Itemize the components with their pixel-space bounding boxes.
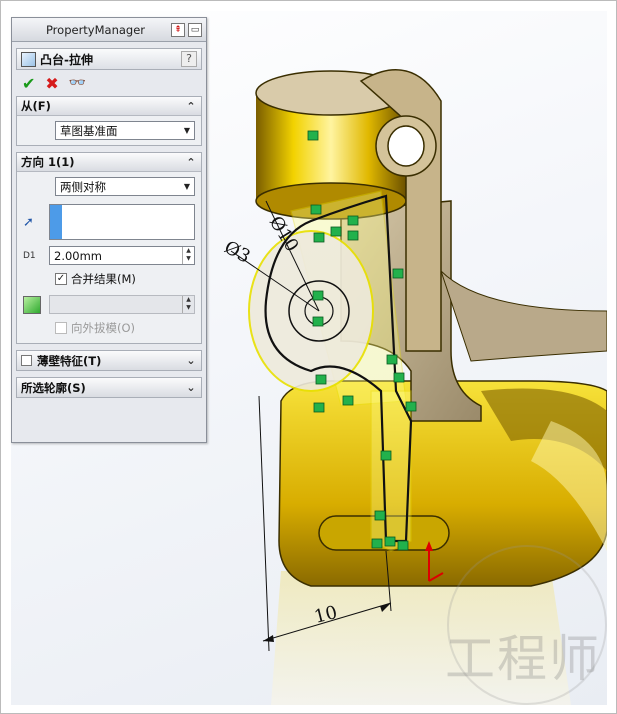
dim-ext-left (258, 395, 270, 652)
draft-angle-input[interactable]: ▲ ▼ (49, 295, 195, 314)
arm-web (440, 270, 607, 362)
depth-icon: D1 (23, 250, 36, 261)
relation-marker[interactable] (380, 450, 392, 461)
relation-marker[interactable] (393, 372, 405, 383)
screenshot-frame: Ø10 Ø3 10 工程师 PropertyManager ⇞ ▭ 凸台-拉伸 … (0, 0, 617, 714)
relation-marker[interactable] (310, 204, 322, 215)
draft-spinner[interactable]: ▲ ▼ (182, 296, 194, 313)
chevron-down-icon[interactable]: ⌄ (185, 354, 197, 367)
chevron-up-icon[interactable]: ⌃ (185, 156, 197, 169)
from-condition-select[interactable]: 草图基准面 ▼ (55, 121, 195, 140)
group-direction1-header[interactable]: 方向 1(1) ⌃ (17, 153, 201, 172)
relation-marker[interactable] (397, 540, 409, 551)
pin-icon[interactable]: ⇞ (171, 22, 185, 37)
pm-title: PropertyManager (45, 22, 146, 37)
group-direction1: 方向 1(1) ⌃ 两侧对称 ▼ ➚ D1 2.00mm ▲ ▼ ✓ 合并结果(… (16, 152, 202, 344)
group-selected-contours: 所选轮廓(S) ⌄ (16, 377, 202, 398)
pm-titlebar: PropertyManager ⇞ ▭ (12, 18, 206, 42)
group-selected-contours-header[interactable]: 所选轮廓(S) ⌄ (17, 378, 201, 397)
cancel-button[interactable]: ✖ (45, 74, 58, 93)
depth-spinner[interactable]: ▲ ▼ (182, 247, 194, 264)
group-selected-contours-title: 所选轮廓(S) (21, 380, 86, 395)
checkbox-unchecked-icon[interactable] (55, 322, 67, 334)
property-manager: PropertyManager ⇞ ▭ 凸台-拉伸 ? ✔ ✖ 👓 从(F) ⌃ (11, 17, 207, 443)
checkbox-checked-icon[interactable]: ✓ (55, 273, 67, 285)
chevron-down-icon[interactable]: ⌄ (185, 381, 197, 394)
relation-marker[interactable] (313, 402, 325, 413)
dock-icon[interactable]: ▭ (188, 22, 202, 37)
relation-marker[interactable] (315, 374, 327, 385)
merge-result-label: 合并结果(M) (71, 272, 136, 286)
draft-outward-checkbox[interactable]: 向外拔模(O) (55, 320, 195, 336)
relation-marker[interactable] (312, 290, 324, 301)
preview-lower-leg (370, 390, 412, 552)
relation-marker[interactable] (313, 232, 325, 243)
relation-marker[interactable] (347, 230, 359, 241)
group-thin-feature-title: 薄壁特征(T) (37, 353, 102, 368)
depth-input[interactable]: 2.00mm ▲ ▼ (49, 246, 195, 265)
draft-icon[interactable] (23, 295, 41, 314)
help-button[interactable]: ? (181, 51, 197, 67)
dropdown-arrow-icon[interactable]: ▼ (180, 182, 194, 191)
relation-marker[interactable] (374, 510, 386, 521)
detailed-preview-button[interactable]: 👓 (69, 75, 86, 91)
group-from-header[interactable]: 从(F) ⌃ (17, 97, 201, 116)
dropdown-arrow-icon[interactable]: ▼ (180, 126, 194, 135)
relation-marker[interactable] (312, 316, 324, 327)
watermark-text: 工程师 (445, 630, 601, 688)
feature-header: 凸台-拉伸 ? (16, 48, 202, 70)
group-thin-feature: 薄壁特征(T) ⌄ (16, 350, 202, 371)
depth-value: 2.00mm (54, 248, 103, 263)
from-condition-value: 草图基准面 (60, 123, 118, 138)
thin-feature-checkbox[interactable] (21, 355, 32, 366)
relation-marker[interactable] (330, 226, 342, 237)
direction-arrow-icon[interactable]: ➚ (23, 215, 49, 230)
relation-marker[interactable] (405, 401, 417, 412)
group-from: 从(F) ⌃ 草图基准面 ▼ (16, 96, 202, 146)
selection-accent (50, 205, 62, 239)
ok-button[interactable]: ✔ (22, 74, 35, 93)
relation-marker[interactable] (342, 395, 354, 406)
relation-marker[interactable] (386, 354, 398, 365)
relation-marker[interactable] (384, 536, 396, 547)
chevron-up-icon[interactable]: ⌃ (185, 100, 197, 113)
boss-extrude-icon (21, 51, 36, 67)
relation-marker[interactable] (392, 268, 404, 279)
action-bar: ✔ ✖ 👓 (12, 70, 206, 96)
group-from-title: 从(F) (21, 99, 51, 113)
end-condition-select[interactable]: 两侧对称 ▼ (55, 177, 195, 196)
feature-name: 凸台-拉伸 (40, 52, 93, 67)
boss-hole (387, 125, 425, 167)
end-condition-value: 两侧对称 (60, 179, 106, 194)
group-thin-feature-header[interactable]: 薄壁特征(T) ⌄ (17, 351, 201, 370)
direction-selection-box[interactable] (49, 204, 195, 240)
merge-result-checkbox[interactable]: ✓ 合并结果(M) (55, 271, 195, 287)
relation-marker[interactable] (347, 215, 359, 226)
group-direction1-title: 方向 1(1) (21, 155, 75, 169)
relation-marker[interactable] (307, 130, 319, 141)
preview-disc (248, 230, 374, 392)
relation-marker[interactable] (371, 538, 383, 549)
draft-outward-label: 向外拔模(O) (71, 321, 136, 335)
